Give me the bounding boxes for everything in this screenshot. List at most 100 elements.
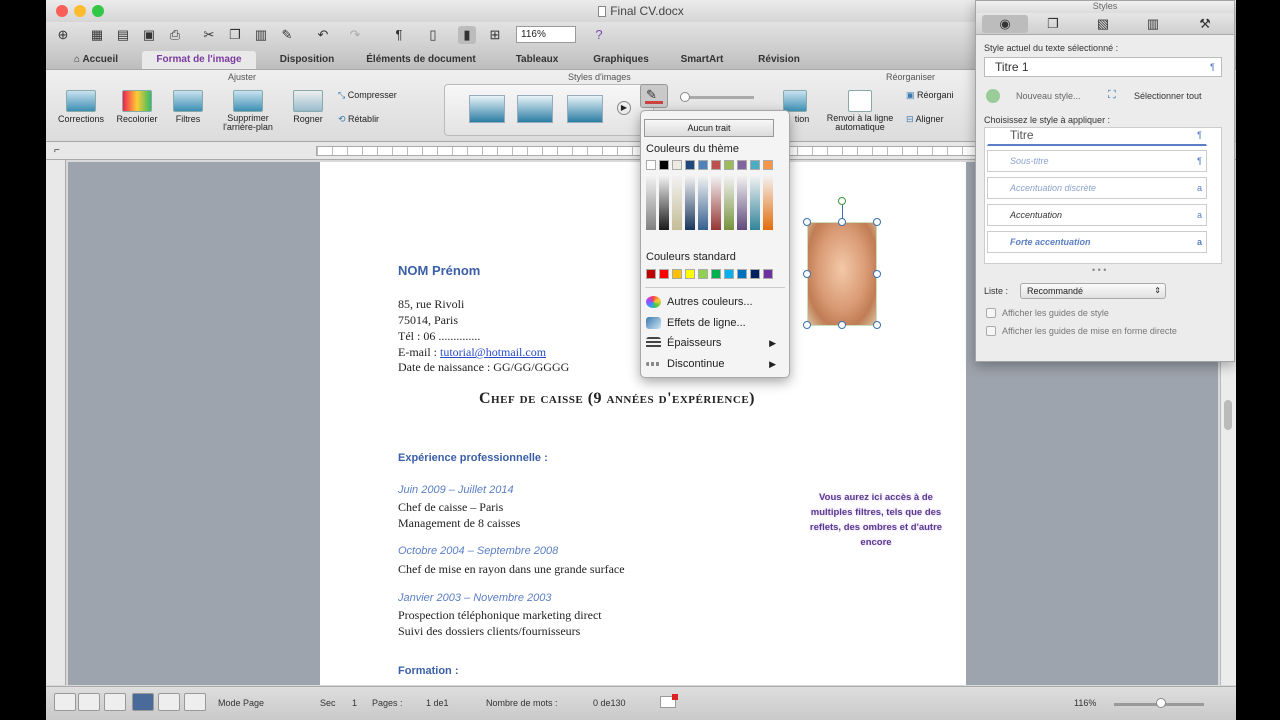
picture-border-button[interactable]: ✎ [640, 84, 668, 108]
standard-color-swatch[interactable] [750, 269, 760, 279]
line-effects-item[interactable]: Effets de ligne... [646, 314, 784, 332]
standard-color-swatch[interactable] [724, 269, 734, 279]
theme-color-swatch[interactable] [646, 160, 656, 170]
standard-color-swatch[interactable] [672, 269, 682, 279]
media-browser-icon[interactable]: ⊞ [486, 26, 504, 44]
cv-address-line1[interactable]: 85, rue Rivoli [398, 297, 464, 312]
proofing-icon[interactable] [660, 694, 678, 708]
undo-icon[interactable]: ↶ [314, 26, 332, 44]
cv-birthdate[interactable]: Date de naissance : GG/GG/GGGG [398, 360, 569, 375]
section-experience[interactable]: Expérience professionnelle : [398, 452, 548, 464]
style-guides-checkbox[interactable] [986, 308, 996, 318]
standard-color-swatch[interactable] [763, 269, 773, 279]
list-select[interactable]: Recommandé ⇕ [1020, 283, 1166, 299]
paste-icon[interactable]: ▥ [252, 26, 270, 44]
transparency-slider-knob[interactable] [680, 92, 690, 102]
tab-tableaux[interactable]: Tableaux [496, 51, 578, 69]
styles-tab-icon[interactable]: ◉ [982, 15, 1028, 33]
theme-color-shade-column[interactable] [659, 176, 669, 230]
cv-address-line2[interactable]: 75014, Paris [398, 313, 458, 328]
direct-formatting-guides-checkbox[interactable] [986, 326, 996, 336]
tab-disposition[interactable]: Disposition [266, 51, 348, 69]
print-icon[interactable]: ⎙ [166, 26, 184, 44]
rotation-handle[interactable] [838, 197, 846, 205]
theme-color-shade-column[interactable] [646, 176, 656, 230]
resize-handle-l[interactable] [803, 270, 811, 278]
resize-handle-b[interactable] [838, 321, 846, 329]
focus-view-button[interactable] [184, 693, 206, 711]
recolorier-button[interactable]: Recolorier [112, 90, 162, 124]
print-layout-view-button[interactable] [132, 693, 154, 711]
job3-desc2[interactable]: Suivi des dossiers clients/fournisseurs [398, 624, 580, 639]
standard-color-swatch[interactable] [685, 269, 695, 279]
theme-color-shade-column[interactable] [763, 176, 773, 230]
resize-handle-bl[interactable] [803, 321, 811, 329]
job1-title[interactable]: Chef de caisse – Paris [398, 500, 503, 515]
dashes-item[interactable]: Discontinue ▶ [646, 355, 784, 373]
close-window-button[interactable] [56, 5, 68, 17]
theme-color-shade-column[interactable] [724, 176, 734, 230]
resize-handle-tl[interactable] [803, 218, 811, 226]
style-list[interactable]: Titre ¶ Sous-titre ¶ Accentuation discrète… [984, 127, 1222, 264]
tab-revision[interactable]: Révision [746, 51, 812, 69]
theme-color-swatch[interactable] [750, 160, 760, 170]
job3-date[interactable]: Janvier 2003 – Novembre 2003 [398, 592, 551, 604]
resize-handle-t[interactable] [838, 218, 846, 226]
retablir-button[interactable]: ⟲ Rétablir [338, 114, 422, 125]
job3-desc1[interactable]: Prospection téléphonique marketing direc… [398, 608, 602, 623]
theme-color-swatch[interactable] [763, 160, 773, 170]
transparency-slider[interactable] [680, 96, 754, 99]
theme-color-swatch[interactable] [685, 160, 695, 170]
theme-color-shade-column[interactable] [737, 176, 747, 230]
cv-email-link[interactable]: tutorial@hotmail.com [440, 345, 546, 359]
job2-date[interactable]: Octobre 2004 – Septembre 2008 [398, 545, 558, 557]
standard-color-swatch[interactable] [646, 269, 656, 279]
draft-view-button[interactable] [54, 693, 76, 711]
style-item-titre[interactable]: Titre ¶ [987, 128, 1207, 146]
theme-color-shade-column[interactable] [698, 176, 708, 230]
new-document-icon[interactable]: ⊕ [54, 26, 72, 44]
cv-phone[interactable]: Tél : 06 .............. [398, 329, 480, 344]
standard-color-swatch[interactable] [698, 269, 708, 279]
copy-icon[interactable]: ❐ [226, 26, 244, 44]
cv-heading[interactable]: Chef de caisse (9 années d'expérience) [479, 390, 755, 408]
tab-smartart[interactable]: SmartArt [666, 51, 738, 69]
help-icon[interactable]: ? [590, 26, 608, 44]
job2-desc[interactable]: Chef de mise en rayon dans une grande su… [398, 562, 625, 577]
minimize-window-button[interactable] [74, 5, 86, 17]
select-all-icon[interactable]: ⛶ [1108, 89, 1116, 102]
tab-graphiques[interactable]: Graphiques [586, 51, 656, 69]
standard-color-swatch[interactable] [659, 269, 669, 279]
new-style-button[interactable]: Nouveau style... [1016, 91, 1081, 101]
resize-handle-r[interactable] [873, 270, 881, 278]
profile-photo[interactable] [807, 222, 877, 326]
cv-name[interactable]: NOM Prénom [398, 263, 480, 278]
job1-desc[interactable]: Management de 8 caisses [398, 516, 520, 531]
scrollbar-thumb[interactable] [1224, 400, 1232, 430]
theme-color-shade-column[interactable] [672, 176, 682, 230]
open-icon[interactable]: ▤ [114, 26, 132, 44]
show-formatting-icon[interactable]: ¶ [390, 26, 408, 44]
vertical-ruler[interactable] [46, 160, 66, 685]
style-item-accentuation-discrete[interactable]: Accentuation discrète a [987, 177, 1207, 199]
theme-color-shade-column[interactable] [750, 176, 760, 230]
more-colors-item[interactable]: Autres couleurs... [646, 293, 784, 311]
scrapbook-tab-icon[interactable]: ❐ [1030, 15, 1076, 33]
picture-style-2[interactable] [517, 95, 553, 123]
renvoi-ligne-button[interactable]: Renvoi à la ligne automatique [820, 90, 900, 132]
reorganiser-button[interactable]: ▣ Réorgani [906, 90, 986, 101]
resize-handle-tr[interactable] [873, 218, 881, 226]
notebook-view-button[interactable] [158, 693, 180, 711]
select-all-button[interactable]: Sélectionner tout [1134, 91, 1202, 101]
style-item-sous-titre[interactable]: Sous-titre ¶ [987, 150, 1207, 172]
standard-color-swatch[interactable] [711, 269, 721, 279]
save-icon[interactable]: ▣ [140, 26, 158, 44]
tab-elements-document[interactable]: Éléments de document [356, 51, 486, 69]
no-line-button[interactable]: Aucun trait [644, 119, 774, 137]
zoom-slider-knob[interactable] [1156, 698, 1166, 708]
publishing-view-button[interactable] [104, 693, 126, 711]
gallery-next-icon[interactable]: ▶ [617, 101, 631, 115]
theme-color-swatch[interactable] [737, 160, 747, 170]
theme-color-swatch[interactable] [659, 160, 669, 170]
job1-date[interactable]: Juin 2009 – Juillet 2014 [398, 484, 514, 496]
